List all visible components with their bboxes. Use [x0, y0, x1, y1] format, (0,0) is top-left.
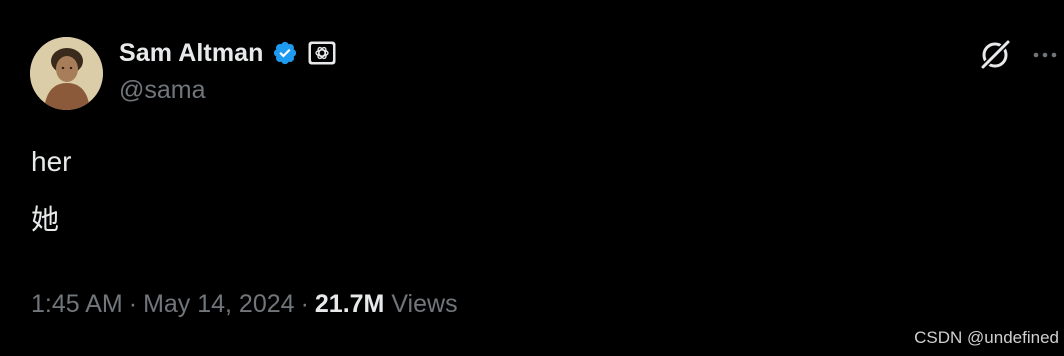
avatar[interactable] — [30, 37, 103, 110]
views-count[interactable]: 21.7M — [315, 290, 384, 318]
avatar-image — [30, 37, 103, 110]
tweet-text-line: 她 — [31, 203, 60, 236]
tweet-meta: 1:45 AM · May 14, 2024 · 21.7M Views — [31, 290, 458, 319]
author-display-name[interactable]: Sam Altman — [119, 39, 264, 68]
author-handle[interactable]: @sama — [119, 76, 206, 105]
tweet-date[interactable]: May 14, 2024 — [143, 290, 295, 318]
tweet-text-line: her — [31, 146, 72, 177]
openai-logo-icon[interactable] — [308, 41, 336, 65]
meta-separator: · — [128, 290, 138, 318]
verified-check-icon[interactable] — [272, 40, 298, 66]
author-name-row: Sam Altman — [119, 38, 336, 68]
tweet-time[interactable]: 1:45 AM — [31, 290, 123, 318]
watermark: CSDN @undefined — [914, 328, 1059, 347]
more-horizontal-icon[interactable] — [1032, 48, 1058, 60]
meta-separator: · — [300, 290, 309, 318]
grok-icon[interactable] — [978, 37, 1012, 71]
views-label[interactable]: Views — [391, 290, 457, 318]
